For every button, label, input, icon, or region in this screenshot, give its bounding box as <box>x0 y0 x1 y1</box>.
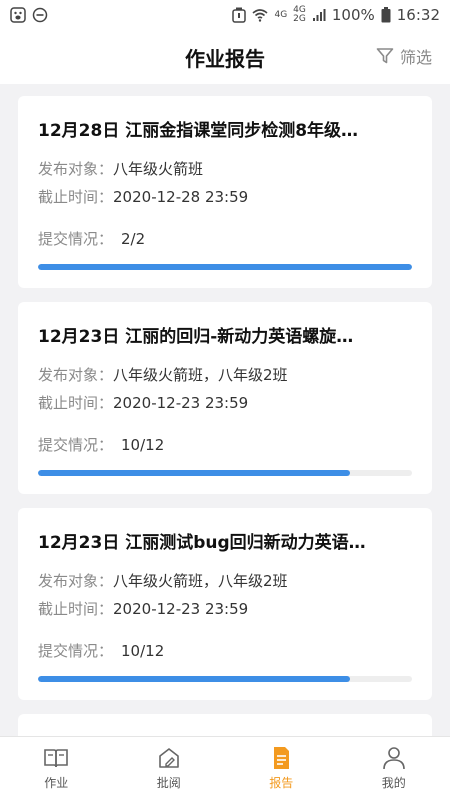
submit-progress-bar <box>38 264 412 270</box>
submit-row: 提交情况： 2/2 <box>38 230 146 248</box>
progress-fill <box>38 264 412 270</box>
tab-report[interactable]: 报告 <box>225 737 338 800</box>
tab-homework[interactable]: 作业 <box>0 737 113 800</box>
tab-review[interactable]: 批阅 <box>113 737 226 800</box>
minus-circle-icon <box>32 7 48 23</box>
page-title: 作业报告 <box>185 46 265 71</box>
report-title: 12月23日 江丽的回归-新动力英语螺旋… <box>38 327 354 347</box>
network-type-2: 4G 2G <box>293 5 306 24</box>
submit-value: 10/12 <box>121 642 165 660</box>
target-value: 八年级火箭班，八年级2班 <box>113 572 288 590</box>
user-icon <box>381 746 407 770</box>
submit-progress-bar <box>38 470 412 476</box>
bottom-tab-bar: 作业 批阅 报告 我的 <box>0 736 450 800</box>
signal-icon <box>312 8 326 22</box>
tab-label: 我的 <box>381 776 406 790</box>
report-list[interactable]: 12月28日 江丽金指课堂同步检测8年级… 发布对象：八年级火箭班 截止时间：2… <box>0 84 450 736</box>
filter-button[interactable]: 筛选 <box>376 44 432 68</box>
target-row: 发布对象：八年级火箭班，八年级2班 <box>38 366 288 384</box>
deadline-row: 截止时间：2020-12-23 23:59 <box>38 394 249 412</box>
book-icon <box>43 746 69 770</box>
tab-label: 报告 <box>269 776 294 790</box>
review-icon <box>156 746 182 770</box>
target-row: 发布对象：八年级火箭班 <box>38 160 204 178</box>
progress-fill <box>38 470 350 476</box>
battery-icon <box>381 7 391 23</box>
submit-value: 10/12 <box>121 436 165 454</box>
alarm-icon <box>232 7 247 23</box>
submit-row: 提交情况： 10/12 <box>38 642 165 660</box>
target-value: 八年级火箭班，八年级2班 <box>113 366 288 384</box>
funnel-icon <box>376 47 394 65</box>
filter-label: 筛选 <box>399 48 432 67</box>
deadline-value: 2020-12-23 23:59 <box>113 600 249 618</box>
baidu-paw-icon <box>10 7 26 23</box>
report-title: 12月28日 江丽金指课堂同步检测8年级… <box>38 121 359 141</box>
report-card[interactable]: 12月23日 江丽测试bug回归新动力英语… 发布对象：八年级火箭班，八年级2班… <box>18 508 432 700</box>
submit-value: 2/2 <box>121 230 146 248</box>
tab-mine[interactable]: 我的 <box>338 737 450 800</box>
submit-row: 提交情况： 10/12 <box>38 436 165 454</box>
tab-label: 作业 <box>44 776 69 790</box>
tab-label: 批阅 <box>156 776 181 790</box>
network-type-1: 4G <box>274 9 288 20</box>
deadline-row: 截止时间：2020-12-28 23:59 <box>38 188 249 206</box>
target-value: 八年级火箭班 <box>113 160 204 178</box>
clock-time: 16:32 <box>396 6 440 24</box>
report-title: 12月23日 江丽测试bug回归新动力英语… <box>38 533 366 553</box>
submit-progress-bar <box>38 676 412 682</box>
battery-percent: 100% <box>331 6 375 24</box>
deadline-row: 截止时间：2020-12-23 23:59 <box>38 600 249 618</box>
report-card-partial[interactable] <box>18 714 432 736</box>
status-bar: 4G 4G 2G 100% 16:32 <box>0 0 450 30</box>
report-icon <box>268 746 294 770</box>
app-header: 作业报告 筛选 <box>0 30 450 84</box>
deadline-value: 2020-12-23 23:59 <box>113 394 249 412</box>
report-card[interactable]: 12月23日 江丽的回归-新动力英语螺旋… 发布对象：八年级火箭班，八年级2班 … <box>18 302 432 494</box>
deadline-value: 2020-12-28 23:59 <box>113 188 249 206</box>
report-card[interactable]: 12月28日 江丽金指课堂同步检测8年级… 发布对象：八年级火箭班 截止时间：2… <box>18 96 432 288</box>
target-row: 发布对象：八年级火箭班，八年级2班 <box>38 572 288 590</box>
wifi-icon <box>252 8 268 22</box>
progress-fill <box>38 676 350 682</box>
